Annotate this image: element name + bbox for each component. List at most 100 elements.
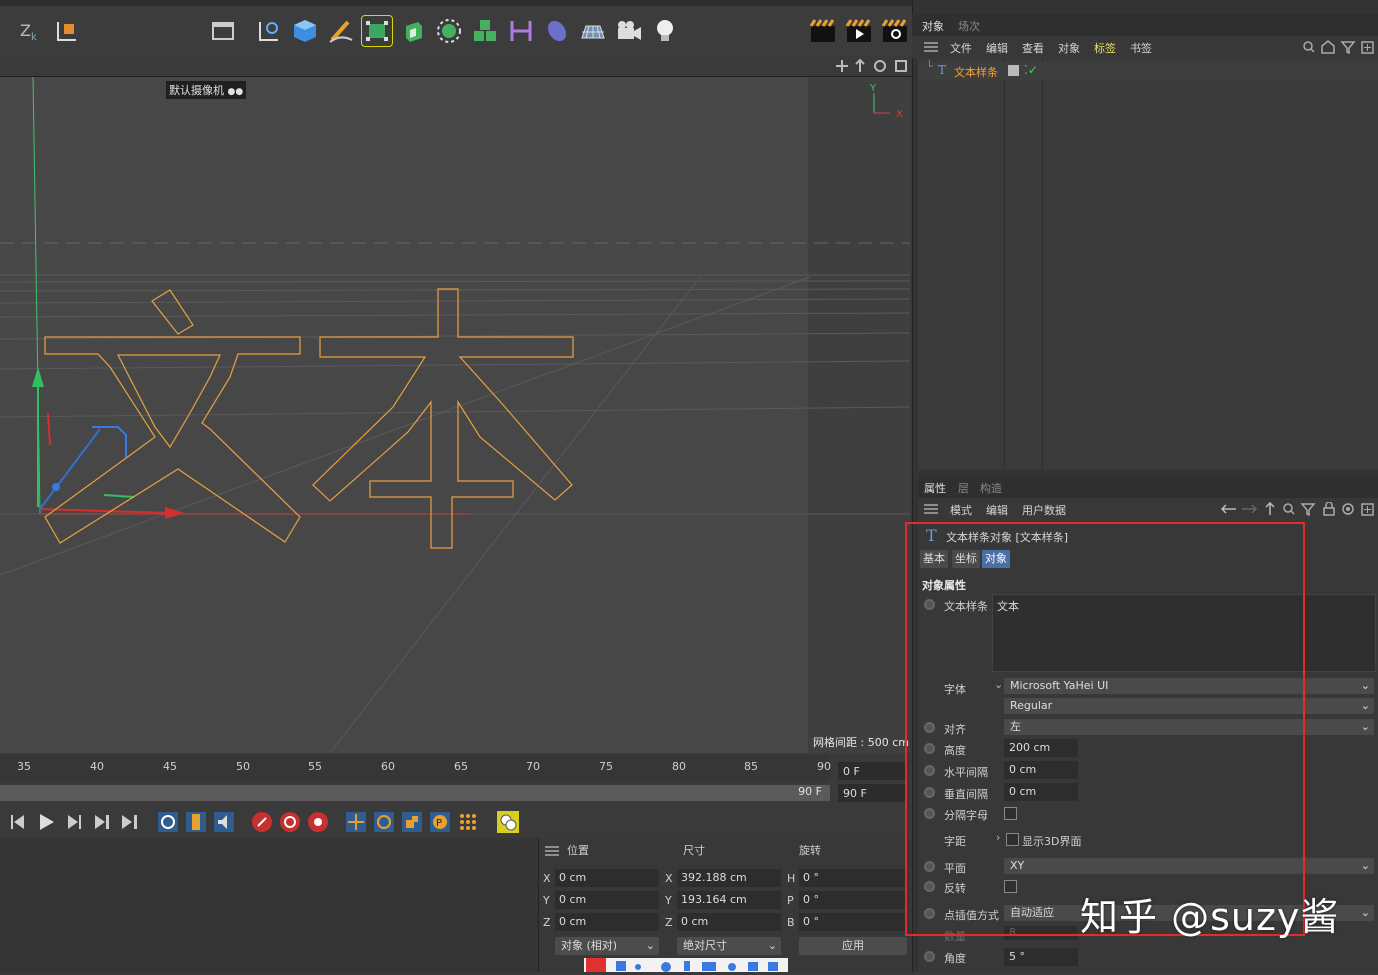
deformer-icon[interactable]	[506, 16, 536, 46]
coordinates-manager: 位置 尺寸 旋转 X 0 cm X 392.188 cm H 0 ° Y 0 c…	[538, 838, 913, 972]
mograph-cubes-icon[interactable]	[470, 16, 500, 46]
cube-icon[interactable]	[290, 16, 320, 46]
pos-x-field[interactable]: 0 cm	[555, 869, 659, 887]
object-axis-icon[interactable]	[52, 16, 82, 46]
attribute-manager-tabs: 属性 层 构造	[918, 476, 1378, 498]
menu-object[interactable]: 对象	[1058, 40, 1080, 56]
object-name[interactable]: 文本样条	[954, 64, 998, 80]
menu-icon[interactable]	[545, 846, 559, 856]
play-icon[interactable]	[34, 810, 58, 834]
menu-bookmarks[interactable]: 书签	[1130, 40, 1152, 56]
tab-objects[interactable]: 对象	[922, 18, 944, 34]
key-settings-icon[interactable]	[306, 810, 330, 834]
rot-b-field[interactable]: 0 °	[799, 913, 907, 931]
extrude-icon[interactable]	[398, 16, 428, 46]
coord-axis-label: Y	[665, 894, 672, 907]
camera-icon[interactable]	[614, 16, 644, 46]
timeline-tick: 40	[90, 760, 104, 773]
field-icon[interactable]	[542, 16, 572, 46]
coord-axis-label: P	[787, 894, 794, 907]
size-mode-dropdown[interactable]: 绝对尺寸 ⌄	[677, 937, 781, 955]
tab-attributes[interactable]: 属性	[924, 480, 946, 496]
object-list[interactable]: └ T 文本样条 ⁚✓	[918, 58, 1378, 470]
timeline-ruler[interactable]: 35 40 45 50 55 60 65 70 75 80 85 90	[0, 755, 831, 781]
render-settings-icon[interactable]	[880, 16, 910, 46]
light-icon[interactable]	[650, 16, 680, 46]
anim-radio[interactable]	[924, 951, 935, 962]
next-frame-icon[interactable]	[62, 810, 86, 834]
render-view-icon[interactable]	[808, 16, 838, 46]
goto-end-icon[interactable]	[118, 810, 142, 834]
render-region-icon[interactable]	[208, 16, 238, 46]
camera-label[interactable]: 默认摄像机 ●●	[166, 81, 247, 99]
size-y-field[interactable]: 193.164 cm	[677, 891, 781, 909]
menu-edit[interactable]: 编辑	[986, 502, 1008, 518]
position-header: 位置	[567, 844, 589, 857]
visibility-check-icon[interactable]: ⁚✓	[1024, 63, 1038, 77]
rotate-key-icon[interactable]	[372, 810, 396, 834]
menu-icon[interactable]	[924, 42, 938, 52]
apply-button[interactable]: 应用	[799, 937, 907, 955]
current-frame-field[interactable]: 0 F	[838, 762, 906, 780]
material-manager	[0, 838, 538, 972]
main-toolbar: Zk	[0, 6, 912, 56]
render-to-viewer-icon[interactable]	[844, 16, 874, 46]
object-manager-tools[interactable]	[1302, 40, 1376, 54]
playback-toolbar: P	[0, 804, 912, 838]
viewport-scene	[0, 77, 910, 753]
attribute-manager-menu: 模式 编辑 用户数据	[918, 498, 1378, 520]
coord-mode-value: 对象 (相对)	[561, 939, 618, 952]
ime-toolbar[interactable]	[584, 958, 788, 972]
timeline-scrubber[interactable]: 90 F	[0, 785, 830, 801]
attribute-nav-tools[interactable]	[1220, 502, 1376, 516]
move-key-icon[interactable]	[344, 810, 368, 834]
next-key-icon[interactable]	[90, 810, 114, 834]
floor-grid-icon[interactable]	[578, 16, 608, 46]
sketch-pen-icon[interactable]	[326, 16, 356, 46]
3d-viewport[interactable]: Y X	[0, 77, 910, 753]
auto-key-icon[interactable]	[278, 810, 302, 834]
svg-text:k: k	[31, 32, 37, 43]
layer-icon[interactable]	[1008, 65, 1019, 76]
coordinate-system-icon[interactable]: Zk	[16, 16, 46, 46]
size-z-field[interactable]: 0 cm	[677, 913, 781, 931]
coord-axis-label: Z	[665, 916, 673, 929]
menu-view[interactable]: 查看	[1022, 40, 1044, 56]
list-item[interactable]: └ T 文本样条 ⁚✓	[918, 60, 1378, 80]
pos-z-field[interactable]: 0 cm	[555, 913, 659, 931]
motion-system-icon[interactable]	[496, 810, 520, 834]
angle-field[interactable]: 5 °	[1004, 948, 1078, 966]
tab-structure[interactable]: 构造	[980, 480, 1002, 496]
viewport-nav-icons[interactable]	[834, 58, 910, 74]
rot-p-field[interactable]: 0 °	[799, 891, 907, 909]
tab-takes[interactable]: 场次	[958, 18, 980, 34]
param-key-icon[interactable]: P	[428, 810, 452, 834]
menu-file[interactable]: 文件	[950, 40, 972, 56]
size-header: 尺寸	[683, 844, 705, 857]
menu-icon[interactable]	[924, 504, 938, 514]
size-x-field[interactable]: 392.188 cm	[677, 869, 781, 887]
tree-connector: └	[926, 60, 933, 73]
svg-text:Z: Z	[20, 21, 31, 40]
coord-axis-label: Y	[543, 894, 550, 907]
end-frame-field[interactable]: 90 F	[838, 784, 906, 802]
sound-icon[interactable]	[212, 810, 236, 834]
prev-key-icon[interactable]	[6, 810, 30, 834]
menu-tags[interactable]: 标签	[1094, 40, 1116, 56]
svg-text:Y: Y	[869, 83, 877, 94]
scale-key-icon[interactable]	[400, 810, 424, 834]
point-level-icon[interactable]	[456, 810, 480, 834]
subdivision-icon[interactable]	[361, 15, 393, 47]
loop-icon[interactable]	[156, 810, 180, 834]
spline-pen-icon[interactable]	[254, 16, 284, 46]
pos-y-field[interactable]: 0 cm	[555, 891, 659, 909]
rot-h-field[interactable]: 0 °	[799, 869, 907, 887]
menu-mode[interactable]: 模式	[950, 502, 972, 518]
record-key-icon[interactable]	[250, 810, 274, 834]
film-icon[interactable]	[184, 810, 208, 834]
tab-layers[interactable]: 层	[958, 480, 969, 496]
menu-edit[interactable]: 编辑	[986, 40, 1008, 56]
menu-user-data[interactable]: 用户数据	[1022, 502, 1066, 518]
coord-mode-dropdown[interactable]: 对象 (相对) ⌄	[555, 937, 659, 955]
cloner-icon[interactable]	[434, 16, 464, 46]
